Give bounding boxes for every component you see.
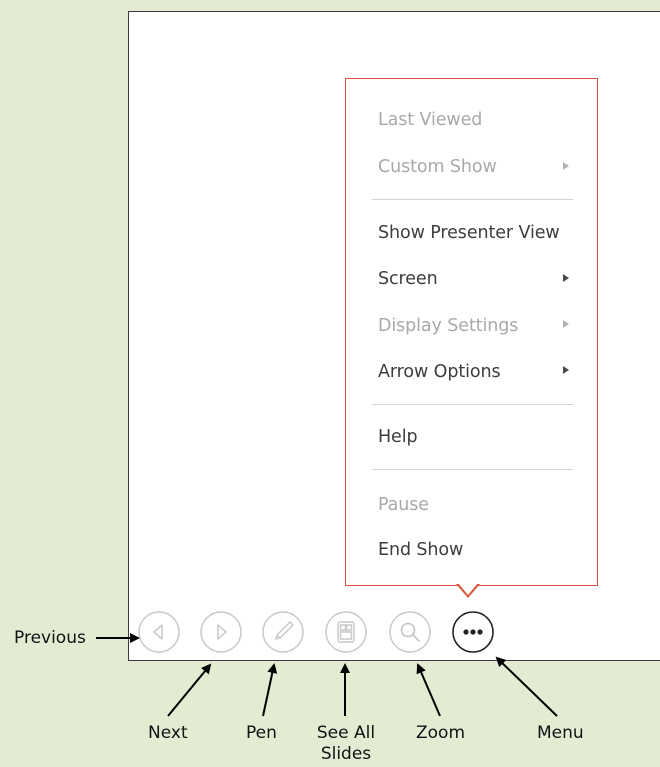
label-next: Next [148, 723, 188, 743]
label-zoom: Zoom [416, 723, 466, 743]
label-previous: Previous [14, 628, 86, 648]
callout-arrow-menu [495, 656, 558, 717]
label-slides: Slides [320, 744, 372, 764]
callout-arrow-next [167, 663, 212, 717]
callout-arrow-zoom [416, 663, 441, 717]
label-menu: Menu [537, 723, 584, 743]
callout-arrows [96, 633, 558, 717]
label-pen: Pen [246, 723, 277, 743]
callout-arrow-pen [262, 663, 278, 717]
label-see-all: See All [316, 723, 376, 743]
